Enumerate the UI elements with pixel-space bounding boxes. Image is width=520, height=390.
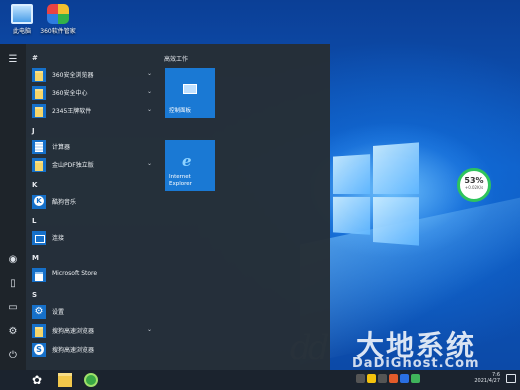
section-letter[interactable]: L xyxy=(32,217,36,225)
system-tray: 7:6 2021/4/27 xyxy=(352,372,520,386)
windows-logo-wallpaper xyxy=(332,142,419,246)
file-explorer-icon[interactable] xyxy=(58,373,72,387)
app-name: 金山PDF独立版 xyxy=(52,162,94,169)
app-name: 连接 xyxy=(52,235,65,242)
app-item-360-security[interactable]: 360安全中心 ⌄ xyxy=(32,84,154,102)
section-letter[interactable]: S xyxy=(32,291,37,299)
folder-icon xyxy=(32,158,46,172)
app-name: 酷狗音乐 xyxy=(52,199,77,206)
tray-icon[interactable] xyxy=(411,374,420,383)
section-letter[interactable]: # xyxy=(32,54,38,62)
start-menu: ☰ ◉ ▯ ▭ ⚙ ⏻ # 360安全浏览器 ⌄ 360安全中心 ⌄ 2345王… xyxy=(0,44,330,370)
tiles-group-title[interactable]: 高效工作 xyxy=(164,54,324,63)
app-item-connect[interactable]: 连接 xyxy=(32,229,154,247)
settings-gear-icon xyxy=(32,305,46,319)
network-percent: 53% xyxy=(464,176,484,185)
app-item-kingsoft-pdf[interactable]: 金山PDF独立版 ⌄ xyxy=(32,156,154,174)
tray-icon[interactable] xyxy=(378,374,387,383)
app-item-calculator[interactable]: 计算器 xyxy=(32,138,154,156)
app-name: 360安全浏览器 xyxy=(52,72,94,79)
network-speed: +0.02K/s xyxy=(464,185,484,190)
tray-icon[interactable] xyxy=(400,374,409,383)
tile-control-panel[interactable]: 控制面板 xyxy=(165,68,215,118)
desktop-icon-software-manager[interactable]: 360软件管家 xyxy=(36,4,80,35)
kugou-icon xyxy=(32,195,46,209)
folder-icon xyxy=(32,68,46,82)
app-item-settings[interactable]: 设置 xyxy=(32,303,154,321)
pictures-icon[interactable]: ▭ xyxy=(6,302,20,314)
notification-icon[interactable] xyxy=(506,374,516,383)
app-item-2345[interactable]: 2345王牌软件 ⌄ xyxy=(32,102,154,120)
tile-label: 控制面板 xyxy=(169,108,192,114)
app-name: 2345王牌软件 xyxy=(52,108,92,115)
app-name: 360安全中心 xyxy=(52,90,88,97)
section-letter[interactable]: K xyxy=(32,181,37,189)
browser-360-icon[interactable] xyxy=(84,373,98,387)
power-icon[interactable]: ⏻ xyxy=(6,350,20,362)
chevron-down-icon: ⌄ xyxy=(146,88,152,95)
app-item-360-browser[interactable]: 360安全浏览器 ⌄ xyxy=(32,66,154,84)
user-icon[interactable]: ◉ xyxy=(6,254,20,266)
taskbar: ✿ 7:6 2021/4/27 xyxy=(0,370,520,390)
store-icon xyxy=(32,268,46,282)
tray-icon[interactable] xyxy=(356,374,365,383)
document-icon[interactable]: ▯ xyxy=(6,278,20,290)
start-button[interactable]: ✿ xyxy=(30,373,44,387)
network-speed-widget[interactable]: 53% +0.02K/s xyxy=(457,168,491,202)
desktop-icon-label: 360软件管家 xyxy=(40,28,76,35)
app-name: 设置 xyxy=(52,309,65,316)
chevron-down-icon: ⌄ xyxy=(146,106,152,113)
app-name: Microsoft Store xyxy=(52,270,98,277)
section-letter[interactable]: J xyxy=(32,127,35,135)
connect-icon xyxy=(32,231,46,245)
tiles-group: 高效工作 控制面板 e Internet Explorer xyxy=(164,54,324,191)
calculator-icon xyxy=(32,140,46,154)
app-item-microsoft-store[interactable]: Microsoft Store xyxy=(32,266,154,284)
app-item-sogou-folder[interactable]: 搜狗高速浏览器 ⌄ xyxy=(32,322,154,340)
tray-icon[interactable] xyxy=(367,374,376,383)
chevron-down-icon: ⌄ xyxy=(146,70,152,77)
tile-internet-explorer[interactable]: e Internet Explorer xyxy=(165,140,215,191)
folder-icon xyxy=(32,324,46,338)
app-name: 搜狗高速浏览器 xyxy=(52,328,95,335)
taskbar-clock[interactable]: 7:6 2021/4/27 xyxy=(474,372,500,384)
software-manager-icon xyxy=(47,4,69,24)
app-list: # 360安全浏览器 ⌄ 360安全中心 ⌄ 2345王牌软件 ⌄ J 计算器 … xyxy=(26,44,156,370)
control-panel-icon xyxy=(183,84,197,94)
start-rail: ☰ ◉ ▯ ▭ ⚙ ⏻ xyxy=(0,44,26,370)
tile-label: Internet Explorer xyxy=(169,174,192,187)
chevron-down-icon: ⌄ xyxy=(146,160,152,167)
folder-icon xyxy=(32,104,46,118)
settings-icon[interactable]: ⚙ xyxy=(6,326,20,338)
app-item-sogou-browser[interactable]: 搜狗高速浏览器 xyxy=(32,341,154,359)
app-name: 计算器 xyxy=(52,144,71,151)
app-name: 搜狗高速浏览器 xyxy=(52,347,95,354)
chevron-down-icon: ⌄ xyxy=(146,326,152,333)
tray-icon[interactable] xyxy=(389,374,398,383)
this-pc-icon xyxy=(11,4,33,24)
sogou-icon xyxy=(32,343,46,357)
hamburger-icon[interactable]: ☰ xyxy=(6,54,20,66)
clock-date: 2021/4/27 xyxy=(474,378,500,384)
ie-icon: e xyxy=(182,152,192,170)
folder-icon xyxy=(32,86,46,100)
app-item-kugou[interactable]: 酷狗音乐 xyxy=(32,193,154,211)
section-letter[interactable]: M xyxy=(32,254,39,262)
watermark-url: DaDiGhost.Com xyxy=(352,356,480,370)
